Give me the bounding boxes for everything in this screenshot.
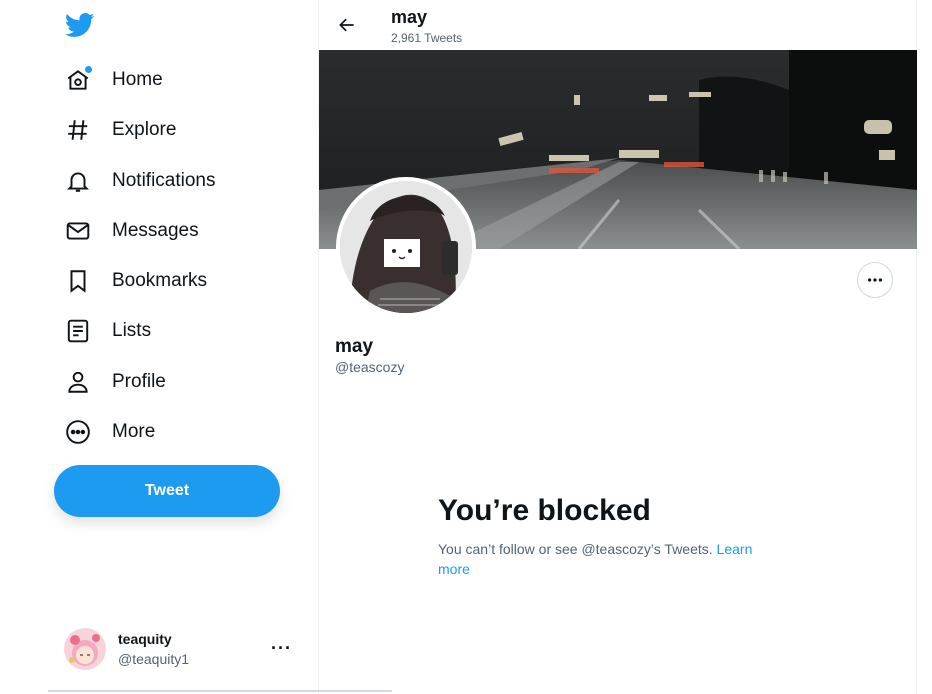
sidebar: Home Explore Notifications Messages Book…: [0, 0, 318, 694]
tweet-button[interactable]: Tweet: [54, 465, 280, 517]
nav-item-messages[interactable]: Messages: [62, 211, 199, 251]
envelope-icon: [62, 215, 94, 247]
blocked-message: You can’t follow or see @teascozy’s Twee…: [438, 539, 788, 579]
account-more-icon[interactable]: ···: [271, 638, 292, 659]
nav-item-notifications[interactable]: Notifications: [62, 161, 216, 201]
nav-label-profile: Profile: [112, 371, 166, 392]
nav-item-profile[interactable]: Profile: [62, 362, 166, 402]
nav-item-lists[interactable]: Lists: [62, 311, 151, 351]
divider: [48, 690, 392, 692]
account-switcher[interactable]: teaquity @teaquity1 ···: [64, 626, 304, 672]
nav-item-more[interactable]: More: [62, 412, 155, 452]
more-circle-icon: [62, 416, 94, 448]
nav-label-bookmarks: Bookmarks: [112, 270, 208, 291]
nav-label-home: Home: [112, 69, 163, 90]
hashtag-icon: [62, 114, 94, 146]
nav-label-more: More: [112, 421, 156, 442]
twitter-bird-icon[interactable]: [64, 10, 96, 40]
bookmark-icon: [62, 265, 94, 297]
bell-icon: [62, 165, 94, 197]
notification-dot: [85, 66, 92, 73]
nav-label-messages: Messages: [112, 220, 199, 241]
back-arrow-icon[interactable]: [333, 11, 361, 39]
nav-item-home[interactable]: Home: [62, 60, 163, 100]
nav-label-notifications: Notifications: [112, 170, 216, 191]
tweet-count: 2,961 Tweets: [391, 31, 463, 45]
profile-name: may: [335, 336, 374, 357]
home-icon: [62, 64, 94, 96]
blocked-title: You’re blocked: [438, 494, 651, 527]
list-icon: [62, 315, 94, 347]
blocked-message-text: You can’t follow or see @teascozy’s Twee…: [438, 541, 717, 557]
person-icon: [62, 366, 94, 398]
nav-item-bookmarks[interactable]: Bookmarks: [62, 261, 207, 301]
avatar: [64, 628, 106, 670]
account-name: teaquity: [118, 631, 172, 647]
nav-item-explore[interactable]: Explore: [62, 110, 176, 150]
profile-column: may 2,961 Tweets may @teascozy You’re bl…: [318, 0, 917, 694]
profile-header: may 2,961 Tweets: [319, 0, 917, 50]
nav-label-lists: Lists: [112, 320, 152, 341]
account-handle: @teaquity1: [118, 651, 190, 667]
profile-handle: @teascozy: [335, 359, 405, 375]
profile-more-button[interactable]: [857, 262, 893, 298]
profile-avatar[interactable]: [336, 177, 476, 317]
header-name: may: [391, 7, 428, 27]
nav-label-explore: Explore: [112, 119, 177, 140]
more-dots-icon: [867, 278, 883, 282]
